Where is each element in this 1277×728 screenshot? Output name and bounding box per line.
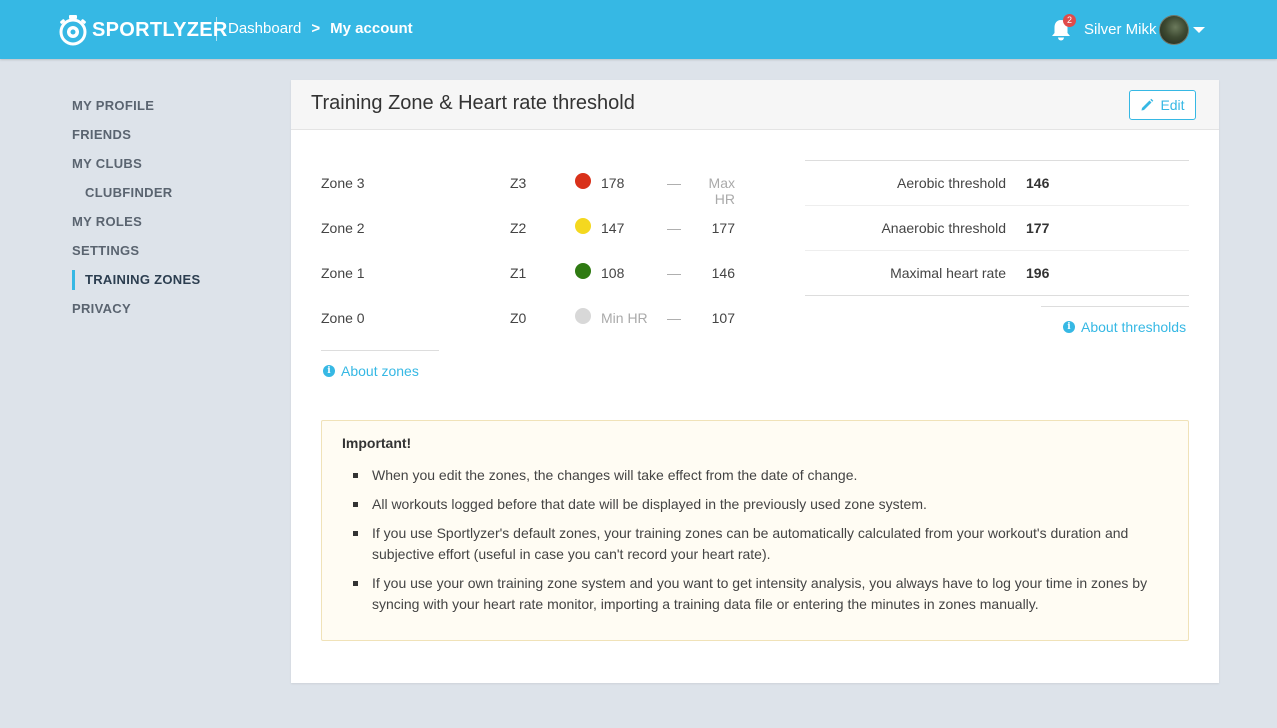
edit-button[interactable]: Edit — [1129, 90, 1196, 120]
threshold-value: 177 — [1026, 220, 1050, 236]
breadcrumb-dashboard[interactable]: Dashboard — [228, 20, 301, 37]
training-zones-panel: Training Zone & Heart rate threshold Edi… — [291, 80, 1219, 683]
zone-code: Z0 — [510, 310, 527, 326]
notice-title: Important! — [342, 435, 412, 451]
notice-list: When you edit the zones, the changes wil… — [342, 465, 1168, 615]
brand-name: SPORTLYZER — [92, 18, 228, 41]
threshold-row: Anaerobic threshold 177 — [805, 206, 1189, 251]
zone-low-bound: 108 — [601, 265, 625, 281]
user-name[interactable]: Silver Mikk — [1084, 21, 1157, 38]
zone-row: Zone 2 Z2 147 — 177 — [321, 205, 741, 250]
about-thresholds-link[interactable]: i About thresholds — [1063, 319, 1186, 335]
account-sidebar: MY PROFILE FRIENDS MY CLUBS CLUBFINDER M… — [72, 97, 200, 329]
edit-button-label: Edit — [1160, 97, 1185, 113]
zone-low-bound: 178 — [601, 175, 625, 191]
panel-header: Training Zone & Heart rate threshold Edi… — [291, 80, 1219, 130]
sidebar-item-friends[interactable]: FRIENDS — [72, 126, 200, 155]
brand-logo[interactable]: SPORTLYZER — [58, 14, 228, 46]
zone-dash: — — [667, 265, 681, 281]
about-zones-link[interactable]: i About zones — [323, 363, 419, 379]
threshold-value: 146 — [1026, 175, 1050, 191]
info-icon: i — [323, 365, 335, 377]
zone-row: Zone 3 Z3 178 — Max HR — [321, 160, 741, 207]
threshold-row: Aerobic threshold 146 — [805, 161, 1189, 206]
zones-table: Zone 3 Z3 178 — Max HR Zone 2 Z2 147 — 1… — [321, 160, 741, 340]
header-divider — [216, 17, 217, 41]
breadcrumb-current: My account — [330, 20, 413, 37]
zone-name: Zone 3 — [321, 175, 365, 191]
zone-dash: — — [667, 175, 681, 191]
zone-high-bound: 146 — [711, 265, 735, 281]
stopwatch-logo-icon — [59, 15, 87, 46]
zones-divider — [321, 350, 439, 351]
zone-dash: — — [667, 310, 681, 326]
threshold-label: Anaerobic threshold — [881, 220, 1006, 236]
page-title: Training Zone & Heart rate threshold — [311, 92, 635, 114]
info-icon: i — [1063, 321, 1075, 333]
zone-code: Z3 — [510, 175, 527, 191]
zone-color-dot — [575, 263, 591, 279]
zone-name: Zone 2 — [321, 220, 365, 236]
breadcrumb-separator: > — [311, 20, 321, 37]
zone-high-bound: 177 — [711, 220, 735, 236]
zone-high-bound: 107 — [711, 310, 735, 326]
notice-item: All workouts logged before that date wil… — [353, 494, 1168, 515]
zone-low-bound: 147 — [601, 220, 625, 236]
sidebar-item-clubfinder[interactable]: CLUBFINDER — [72, 184, 200, 213]
important-notice: Important! When you edit the zones, the … — [321, 420, 1189, 641]
about-zones-label: About zones — [341, 363, 419, 379]
thresholds-table: Aerobic threshold 146 Anaerobic threshol… — [805, 160, 1189, 296]
avatar[interactable] — [1159, 15, 1189, 45]
sidebar-item-training-zones[interactable]: TRAINING ZONES — [72, 270, 200, 300]
notice-item: If you use Sportlyzer's default zones, y… — [353, 523, 1168, 565]
threshold-value: 196 — [1026, 265, 1050, 281]
sidebar-item-settings[interactable]: SETTINGS — [72, 242, 200, 271]
notice-item: When you edit the zones, the changes wil… — [353, 465, 1168, 486]
zone-name: Zone 0 — [321, 310, 365, 326]
zone-color-dot — [575, 173, 591, 189]
threshold-label: Maximal heart rate — [890, 265, 1006, 281]
sidebar-item-privacy[interactable]: PRIVACY — [72, 300, 200, 329]
about-thresholds-label: About thresholds — [1081, 319, 1187, 335]
notification-count-badge: 2 — [1063, 14, 1076, 27]
sidebar-item-my-clubs[interactable]: MY CLUBS — [72, 155, 200, 184]
zone-color-dot — [575, 218, 591, 234]
zone-high-bound: Max HR — [708, 175, 735, 207]
threshold-row: Maximal heart rate 196 — [805, 251, 1189, 296]
pencil-icon — [1141, 98, 1154, 111]
zone-low-bound: Min HR — [601, 310, 648, 326]
notice-item: If you use your own training zone system… — [353, 573, 1168, 615]
threshold-label: Aerobic threshold — [897, 175, 1006, 191]
zone-code: Z2 — [510, 220, 527, 236]
zone-color-dot — [575, 308, 591, 324]
top-bar: SPORTLYZER Dashboard > My account 2 Silv… — [0, 0, 1277, 59]
thresholds-divider — [1041, 306, 1189, 307]
zone-code: Z1 — [510, 265, 527, 281]
breadcrumb: Dashboard > My account — [228, 20, 413, 37]
sidebar-item-my-roles[interactable]: MY ROLES — [72, 213, 200, 242]
zone-row: Zone 0 Z0 Min HR — 107 — [321, 295, 741, 340]
chevron-down-icon[interactable] — [1193, 27, 1205, 33]
sidebar-item-my-profile[interactable]: MY PROFILE — [72, 97, 200, 126]
zone-name: Zone 1 — [321, 265, 365, 281]
zone-dash: — — [667, 220, 681, 236]
zone-row: Zone 1 Z1 108 — 146 — [321, 250, 741, 295]
